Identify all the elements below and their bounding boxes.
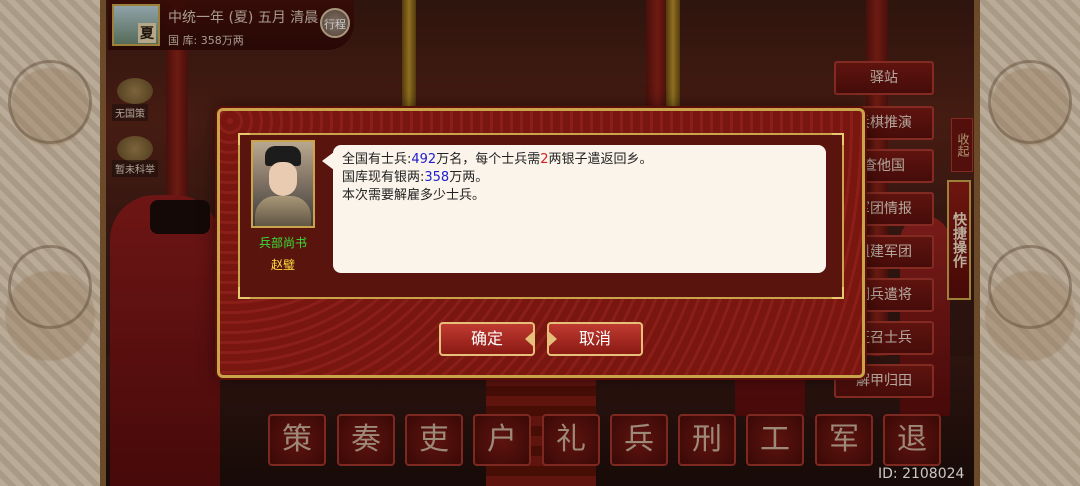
- confirm-button[interactable]: 确定: [439, 322, 535, 356]
- soldier-count: 492: [411, 152, 437, 167]
- left-ornament-panel: [0, 0, 106, 486]
- arrow-icon: [547, 330, 557, 348]
- right-ornament-panel: [974, 0, 1080, 486]
- speaker-title: 兵部尚书: [258, 236, 307, 250]
- body-shape: [255, 196, 311, 226]
- dragon-ornament-icon: [8, 60, 92, 144]
- dragon-ornament-icon: [988, 60, 1072, 144]
- silver-amount: 358: [424, 170, 450, 185]
- message-line-3: 本次需要解雇多少士兵。: [342, 188, 486, 203]
- cancel-button[interactable]: 取消: [547, 322, 643, 356]
- speech-bubble: 全国有士兵:492万名，每个士兵需2两银子遣返回乡。 国库现有银两:358万两。…: [333, 145, 826, 273]
- message-line-1: 全国有士兵:492万名，每个士兵需2两银子遣返回乡。: [342, 152, 653, 167]
- minister-portrait: [251, 140, 315, 228]
- face-shape: [269, 162, 297, 196]
- speaker-name: 赵璧: [270, 258, 295, 272]
- confirm-label: 确定: [470, 329, 503, 348]
- cost-per-soldier: 2: [540, 152, 549, 167]
- message-line-2: 国库现有银两:358万两。: [342, 170, 489, 185]
- dragon-ornament-icon: [8, 245, 92, 329]
- cancel-label: 取消: [578, 329, 611, 348]
- arrow-icon: [525, 330, 535, 348]
- dragon-ornament-icon: [988, 245, 1072, 329]
